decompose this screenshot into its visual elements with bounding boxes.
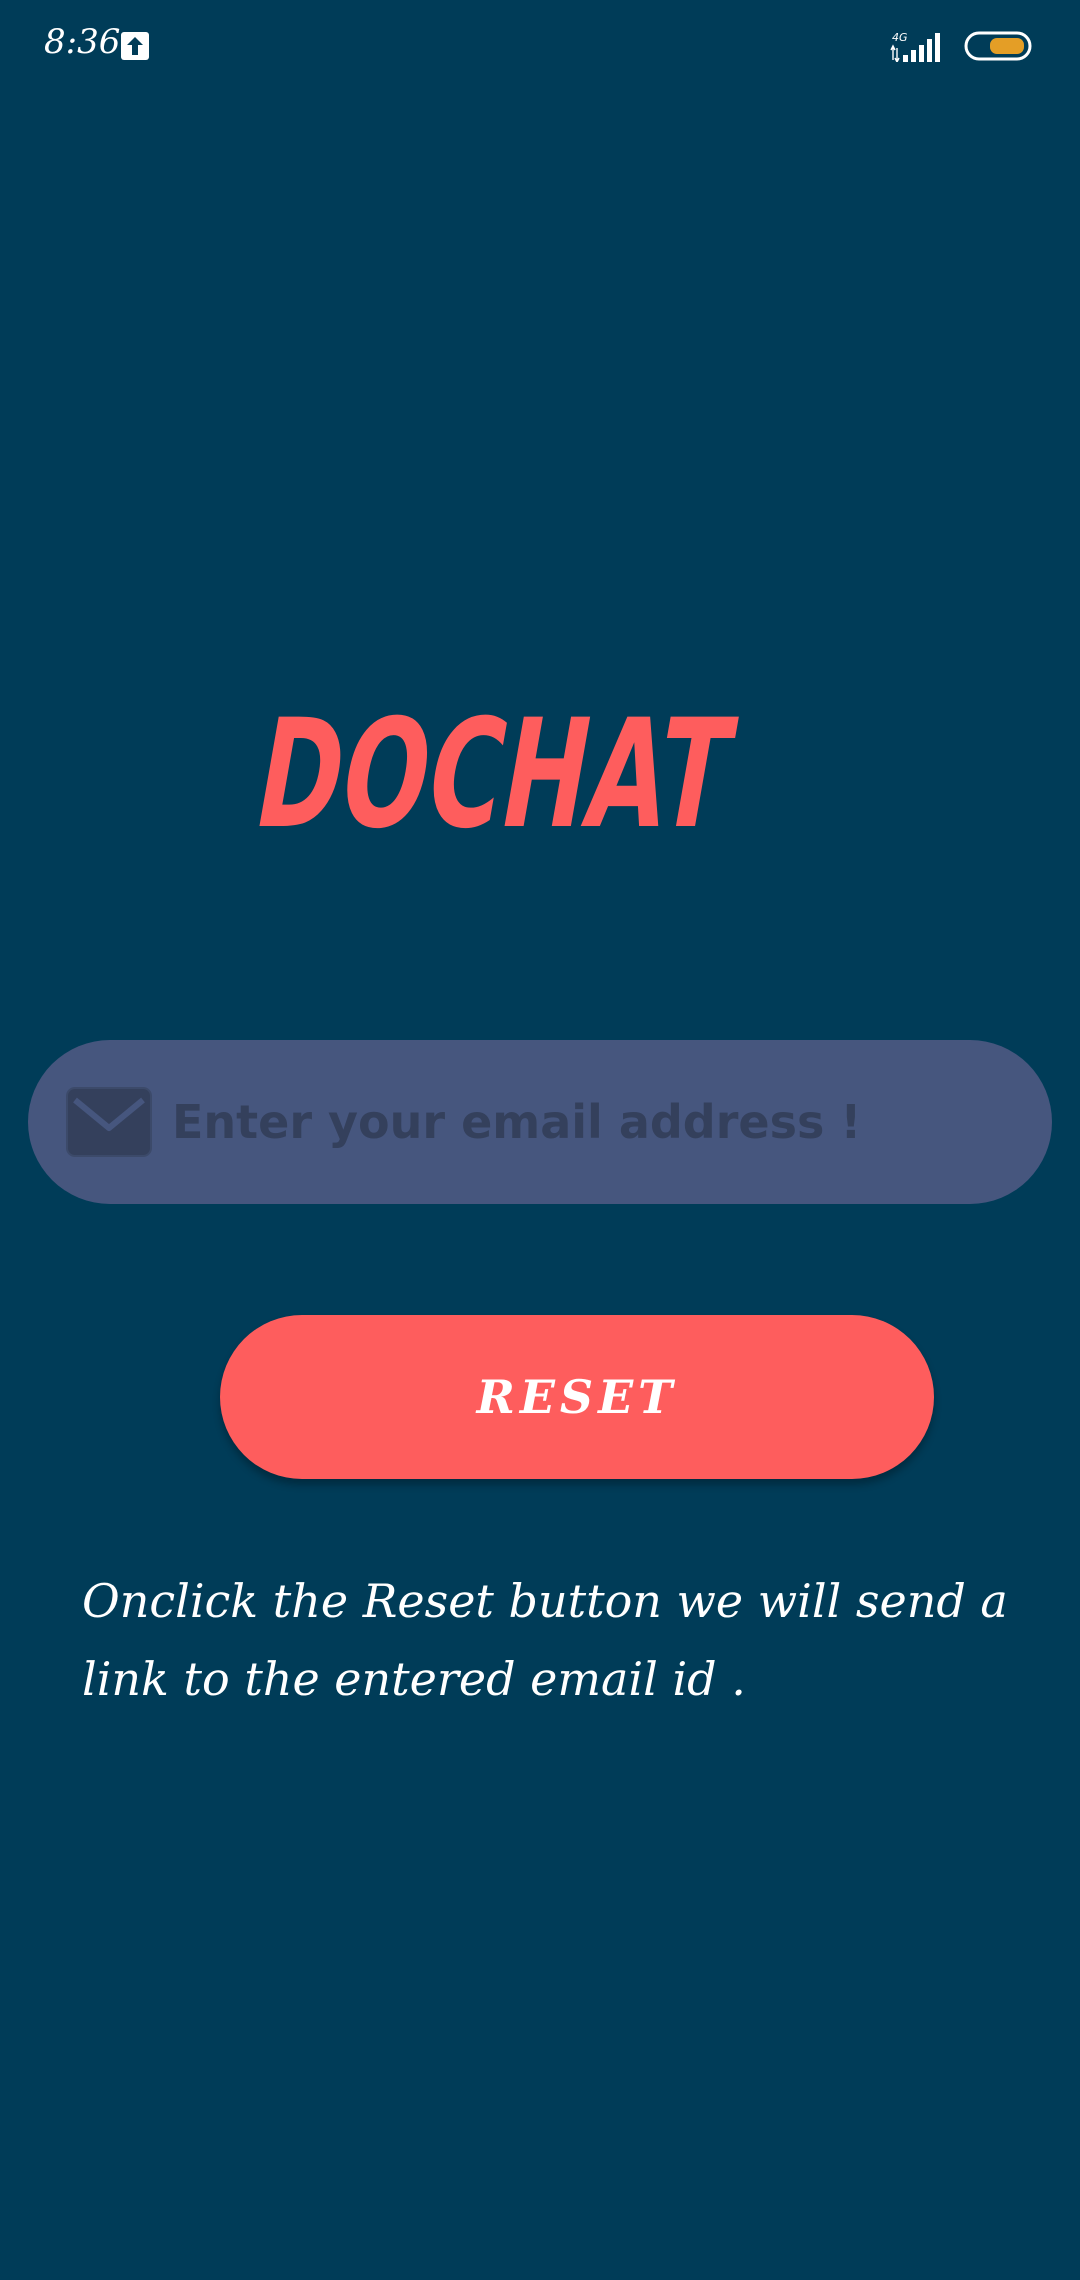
battery-icon xyxy=(964,31,1032,61)
mail-icon xyxy=(66,1087,152,1157)
reset-info-text: Onclick the Reset button we will send a … xyxy=(82,1574,1008,1706)
status-bar: 8:36 4G xyxy=(0,0,1080,96)
upload-icon xyxy=(121,32,149,60)
email-input[interactable] xyxy=(172,1074,992,1170)
reset-button[interactable]: RESET xyxy=(220,1315,934,1479)
email-field[interactable] xyxy=(28,1040,1052,1204)
dochat-logo: DOCHAT xyxy=(244,687,745,846)
signal-icon: 4G xyxy=(890,31,940,62)
network-type-label: 4G xyxy=(892,31,908,44)
logo-text: DOCHAT xyxy=(244,687,745,846)
status-time: 8:36 xyxy=(44,22,121,62)
